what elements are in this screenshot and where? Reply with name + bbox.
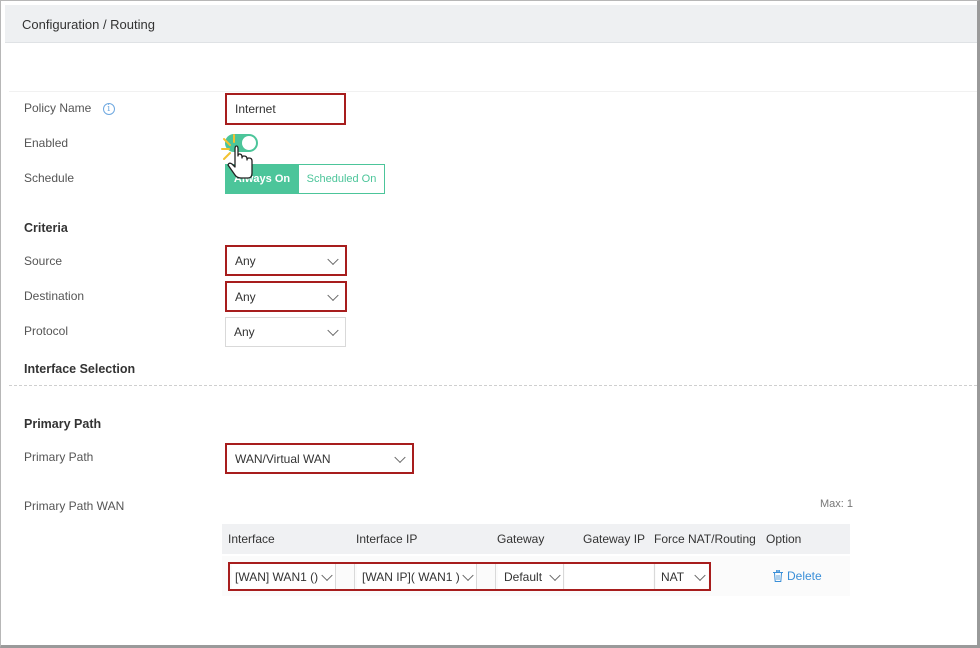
primary-path-label: Primary Path [24, 450, 94, 464]
col-gateway-ip: Gateway IP [583, 532, 646, 546]
delete-button[interactable]: Delete [773, 569, 822, 583]
destination-select[interactable]: Any [225, 281, 347, 312]
chevron-down-icon [327, 324, 339, 337]
policy-name-value: Internet [235, 102, 276, 116]
delete-label: Delete [787, 569, 822, 583]
form-top-divider [9, 91, 977, 92]
chevron-down-icon [327, 253, 339, 265]
destination-label: Destination [24, 289, 85, 303]
primary-path-value: WAN/Virtual WAN [235, 451, 331, 466]
protocol-label: Protocol [24, 324, 69, 338]
criteria-title: Criteria [24, 221, 68, 235]
row-highlight [228, 562, 711, 591]
col-gateway: Gateway [497, 532, 545, 546]
policy-name-label-text: Policy Name [24, 101, 92, 115]
col-force-nat: Force NAT/Routing [654, 532, 756, 546]
source-label: Source [24, 254, 63, 268]
col-option: Option [766, 532, 802, 546]
policy-name-input[interactable]: Internet [225, 93, 346, 125]
interface-selection-title: Interface Selection [24, 362, 136, 376]
chevron-down-icon [327, 289, 339, 301]
schedule-scheduled-on-button[interactable]: Scheduled On [298, 164, 385, 194]
destination-value: Any [235, 289, 256, 304]
policy-name-label: Policy Name i [24, 101, 115, 115]
col-interface: Interface [228, 532, 275, 546]
col-interface-ip: Interface IP [356, 532, 418, 546]
max-count-label: Max: 1 [820, 498, 854, 510]
protocol-select[interactable]: Any [225, 317, 346, 347]
enabled-label: Enabled [24, 136, 69, 150]
schedule-label: Schedule [24, 171, 75, 185]
wan-table-header: Interface Interface IP Gateway Gateway I… [222, 524, 850, 554]
trash-icon [773, 570, 783, 582]
hand-cursor-icon [221, 134, 253, 179]
primary-path-wan-label: Primary Path WAN [24, 499, 125, 513]
chevron-down-icon [394, 451, 406, 463]
top-bar: Configuration / Routing [5, 5, 977, 43]
info-icon[interactable]: i [102, 103, 115, 115]
protocol-value: Any [234, 325, 255, 339]
primary-path-select[interactable]: WAN/Virtual WAN [225, 443, 414, 474]
primary-path-title: Primary Path [24, 417, 102, 431]
source-value: Any [235, 253, 256, 268]
breadcrumb: Configuration / Routing [22, 17, 155, 32]
source-select[interactable]: Any [225, 245, 347, 276]
section-divider [9, 385, 977, 386]
app-frame: Configuration / Routing Policy Name i In… [0, 0, 980, 648]
